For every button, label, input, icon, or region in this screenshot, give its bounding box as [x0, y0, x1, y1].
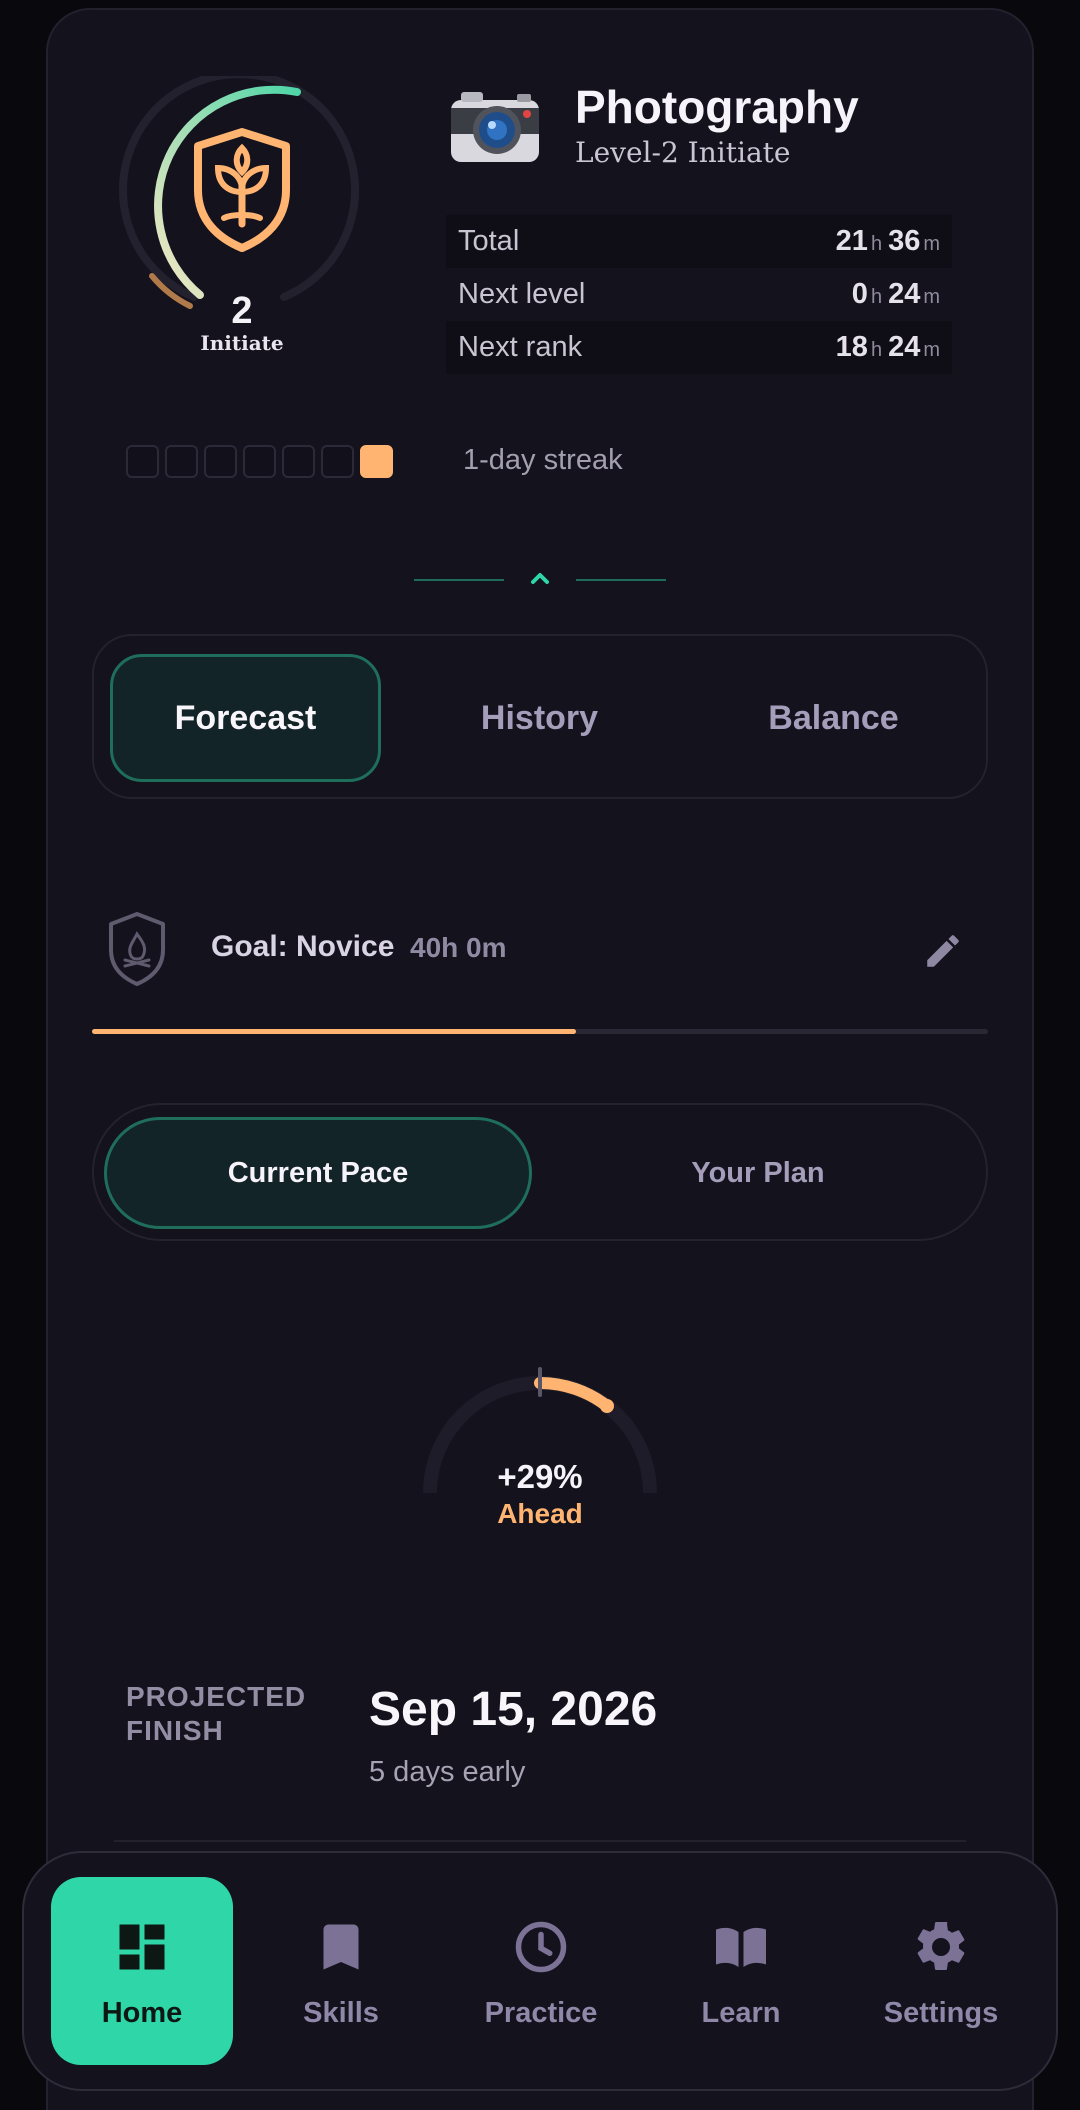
- skill-title: Photography: [575, 81, 859, 133]
- stat-row-total: Total 21 h 36 m: [446, 215, 952, 268]
- pace-toggle: Current Pace Your Plan: [92, 1103, 988, 1241]
- pace-percent: +29%: [497, 1458, 583, 1495]
- stat-value: 21 h 36 m: [835, 225, 940, 257]
- streak-day-box: [282, 445, 315, 478]
- streak-day-box: [243, 445, 276, 478]
- nav-learn[interactable]: Learn: [650, 1877, 832, 2065]
- streak-day-box: [204, 445, 237, 478]
- level-rank-label: Initiate: [200, 331, 284, 355]
- open-book-icon: [716, 1927, 766, 1967]
- streak-day-box: [360, 445, 393, 478]
- streak-day-box: [165, 445, 198, 478]
- stat-row-next-rank: Next rank 18 h 24 m: [446, 321, 952, 374]
- streak-day-box: [321, 445, 354, 478]
- goal-progress-fill: [92, 1029, 576, 1034]
- skill-subtitle: Level-2 Initiate: [575, 136, 791, 169]
- dashboard-icon: [119, 1924, 165, 1970]
- streak-days: [126, 445, 393, 478]
- level-number: 2: [231, 290, 253, 332]
- stat-label: Next rank: [458, 331, 583, 363]
- level-progress-ring: [112, 76, 372, 316]
- nav-label: Skills: [303, 1997, 379, 2029]
- nav-settings[interactable]: Settings: [850, 1877, 1032, 2065]
- current-pace-option[interactable]: Current Pace: [104, 1117, 532, 1229]
- pace-status: Ahead: [497, 1498, 583, 1529]
- tab-history[interactable]: History: [404, 654, 675, 782]
- nav-practice[interactable]: Practice: [450, 1877, 632, 2065]
- stat-row-next-level: Next level 0 h 24 m: [446, 268, 952, 321]
- camera-icon: [451, 92, 539, 162]
- tab-balance[interactable]: Balance: [698, 654, 969, 782]
- streak-day-box: [126, 445, 159, 478]
- nav-skills[interactable]: Skills: [250, 1877, 432, 2065]
- nav-label: Home: [101, 1997, 183, 2029]
- stat-label: Total: [458, 225, 520, 257]
- nav-home[interactable]: Home: [51, 1877, 233, 2065]
- streak-label: 1-day streak: [463, 444, 623, 476]
- nav-label: Practice: [484, 1997, 598, 2029]
- clock-icon: [515, 1921, 567, 1973]
- stat-value: 18 h 24 m: [835, 331, 940, 363]
- novice-shield-icon: [109, 912, 165, 986]
- chevron-up-icon: [531, 573, 549, 584]
- projected-finish-label: PROJECTED FINISH: [126, 1681, 307, 1746]
- edit-pencil-icon[interactable]: [922, 930, 964, 972]
- collapse-handle[interactable]: [414, 566, 666, 596]
- goal-title: Goal: Novice: [211, 930, 395, 963]
- bottom-nav: Home Skills Practice Learn Settings: [22, 1851, 1058, 2091]
- time-stats-table: Total 21 h 36 m Next level 0 h 24 m Next rank …: [446, 215, 952, 374]
- nav-label: Settings: [883, 1997, 999, 2029]
- projected-finish-detail: 5 days early: [369, 1756, 526, 1788]
- initiate-shield-icon: [194, 128, 290, 252]
- projected-finish-date: Sep 15, 2026: [369, 1683, 658, 1736]
- your-plan-option[interactable]: Your Plan: [544, 1117, 972, 1229]
- tab-forecast[interactable]: Forecast: [110, 654, 381, 782]
- stat-label: Next level: [458, 278, 586, 310]
- nav-label: Learn: [701, 1997, 781, 2029]
- divider: [114, 1840, 966, 1842]
- goal-progress-bar: [92, 1029, 988, 1034]
- bookmark-icon: [323, 1924, 359, 1970]
- goal-hours: 40h 0m: [410, 932, 507, 963]
- stat-value: 0 h 24 m: [851, 278, 940, 310]
- gear-icon: [917, 1921, 965, 1970]
- view-tabs: Forecast History Balance: [92, 634, 988, 799]
